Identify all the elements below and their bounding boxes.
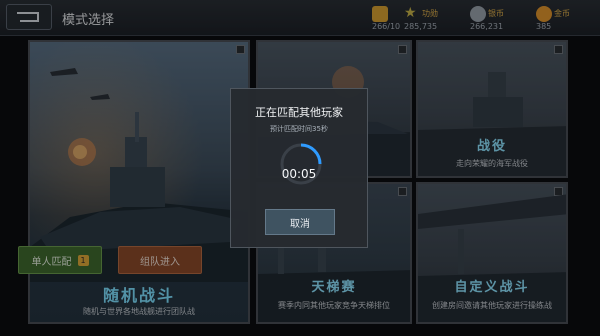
cancel-button[interactable]: 取消	[265, 209, 335, 235]
dialog-title: 正在匹配其他玩家	[255, 106, 343, 119]
match-timer: 00:05	[281, 167, 317, 181]
matching-dialog: 正在匹配其他玩家 预计匹配时间35秒 00:05 取消	[230, 88, 368, 248]
estimated-time-text: 预计匹配时间35秒	[270, 125, 328, 133]
